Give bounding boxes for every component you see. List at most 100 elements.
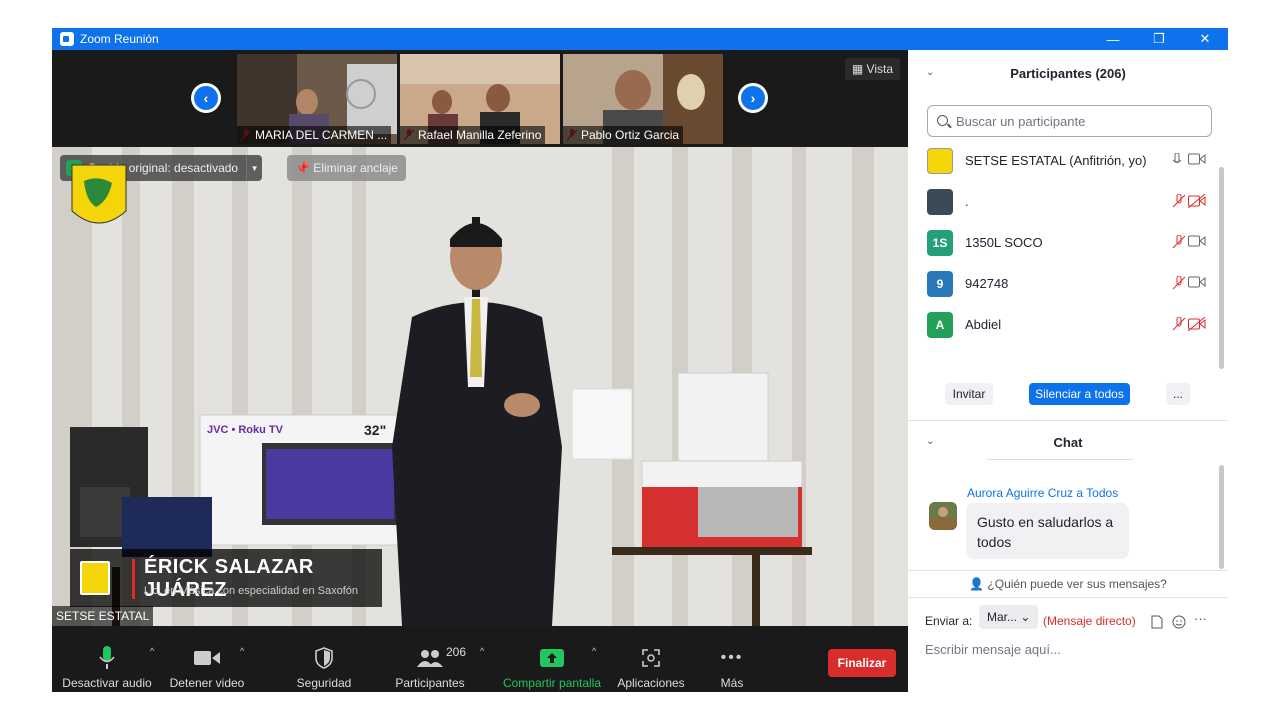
video-off-icon[interactable] — [1188, 317, 1206, 331]
participant-thumbnail[interactable]: Rafael Manilla Zeferino — [400, 54, 560, 144]
direct-message-label: (Mensaje directo) — [1043, 614, 1136, 628]
more-button[interactable]: ••• Más — [712, 626, 752, 692]
chevron-right-icon: › — [750, 90, 756, 106]
mute-all-button[interactable]: Silenciar a todos — [1029, 383, 1130, 405]
thumbnail-name: MARIA DEL CARMEN ... — [237, 126, 392, 144]
video-off-icon[interactable] — [1188, 194, 1206, 208]
zoom-window: Zoom Reunión — ❐ ✕ ‹ MARIA DEL CARMEN ..… — [52, 28, 1228, 692]
stop-video-label: Detener video — [169, 676, 245, 690]
emoji-icon[interactable] — [1172, 615, 1186, 629]
video-camera-icon[interactable] — [1188, 153, 1206, 165]
chevron-up-icon[interactable]: ^ — [240, 646, 244, 656]
participant-name: SETSE ESTATAL (Anfitrión, yo) — [965, 153, 1147, 168]
microphone-icon[interactable] — [1172, 153, 1182, 167]
security-button[interactable]: Seguridad — [288, 626, 360, 692]
chevron-left-icon: ‹ — [203, 90, 209, 106]
speaker-nameplate: ÉRICK SALAZAR JUÁREZ Lic. en Música con … — [70, 549, 382, 607]
panel-divider — [908, 420, 1228, 421]
mute-audio-button[interactable]: Desactivar audio ^ — [62, 626, 154, 692]
chevron-down-icon[interactable]: ⌄ — [926, 436, 934, 447]
chevron-up-icon[interactable]: ^ — [592, 646, 596, 656]
panel-divider — [908, 570, 1228, 571]
unpin-label: Eliminar anclaje — [313, 161, 398, 175]
more-label: Más — [720, 676, 744, 690]
participant-thumbnail[interactable]: Pablo Ortiz Garcia — [563, 54, 723, 144]
restore-button[interactable]: ❐ — [1136, 28, 1182, 50]
muted-mic-icon[interactable] — [1172, 235, 1186, 249]
share-screen-icon — [540, 649, 564, 667]
chevron-down-icon: ⌄ — [1020, 610, 1031, 624]
person-icon: 👤 — [969, 577, 985, 591]
participant-row[interactable]: 9 942748 — [908, 263, 1224, 304]
recipient-dropdown[interactable]: Mar... ⌄ — [979, 605, 1039, 629]
file-icon[interactable] — [1151, 615, 1163, 629]
gallery-prev-button[interactable]: ‹ — [191, 83, 221, 113]
participant-thumbnail[interactable]: MARIA DEL CARMEN ... — [237, 54, 397, 144]
apps-button[interactable]: Aplicaciones — [614, 626, 688, 692]
view-button[interactable]: ▦ Vista — [844, 58, 900, 80]
setse-logo-icon — [71, 164, 127, 224]
chat-sender: Aurora Aguirre Cruz a Todos — [967, 486, 1119, 500]
chevron-up-icon[interactable]: ^ — [480, 646, 484, 656]
participant-name: . — [965, 194, 969, 209]
panel-divider — [908, 597, 1228, 598]
shield-icon — [315, 647, 333, 669]
chat-separator — [987, 459, 1133, 460]
search-icon — [937, 115, 948, 126]
gallery-next-button[interactable]: › — [738, 83, 768, 113]
chevron-down-icon[interactable]: ▼ — [246, 155, 262, 181]
video-camera-icon[interactable] — [1188, 235, 1206, 247]
zoom-logo-icon — [60, 32, 74, 46]
avatar: 1S — [927, 229, 953, 256]
participant-name: Abdiel — [965, 317, 1002, 332]
participant-row[interactable]: SETSE ESTATAL (Anfitrión, yo) — [908, 140, 1224, 181]
chat-message-input[interactable]: Escribir mensaje aquí... — [925, 642, 1061, 657]
chat-scrollbar[interactable] — [1219, 465, 1224, 569]
muted-mic-icon[interactable] — [1172, 317, 1186, 331]
unpin-button[interactable]: 📌 Eliminar anclaje — [287, 155, 406, 181]
participant-name: 1350L SOCO — [965, 235, 1043, 250]
minimize-button[interactable]: — — [1090, 28, 1136, 50]
participant-row[interactable]: . — [908, 181, 1224, 222]
participants-button[interactable]: Participantes 206 ^ — [392, 626, 484, 692]
title-bar: Zoom Reunión — ❐ ✕ — [52, 28, 1228, 50]
window-controls: — ❐ ✕ — [1090, 28, 1228, 50]
stop-video-button[interactable]: Detener video ^ — [164, 626, 250, 692]
muted-mic-icon[interactable] — [1172, 194, 1186, 208]
video-area: ‹ MARIA DEL CARMEN ... Rafael Manilla Ze… — [52, 50, 908, 626]
microphone-icon — [99, 646, 115, 669]
invite-button[interactable]: Invitar — [945, 383, 993, 405]
participant-search-input[interactable]: Buscar un participante — [927, 105, 1212, 137]
apps-icon — [642, 649, 660, 667]
tv-size-text: 32" — [364, 422, 386, 438]
chat-message-bubble: Gusto en saludarlos a todos — [966, 503, 1129, 559]
muted-mic-icon[interactable] — [1172, 276, 1186, 290]
participants-scrollbar[interactable] — [1219, 167, 1224, 369]
main-speaker-video: JVC • Roku TV 32" Sonido original: desac… — [52, 147, 908, 626]
pin-icon: 📌 — [295, 161, 314, 175]
close-button[interactable]: ✕ — [1182, 28, 1228, 50]
participant-row[interactable]: 1S 1350L SOCO — [908, 222, 1224, 263]
who-can-see-link[interactable]: 👤 ¿Quién puede ver sus mensajes? — [908, 577, 1228, 591]
who-can-see-label: ¿Quién puede ver sus mensajes? — [987, 577, 1167, 591]
thumbnail-name: Rafael Manilla Zeferino — [400, 126, 546, 144]
more-options-button[interactable]: ... — [1166, 383, 1190, 405]
avatar — [927, 147, 953, 174]
gallery-strip: ‹ MARIA DEL CARMEN ... Rafael Manilla Ze… — [52, 50, 908, 147]
chevron-down-icon[interactable]: ⌄ — [926, 67, 934, 78]
apps-label: Aplicaciones — [617, 676, 685, 690]
participants-label: Participantes — [395, 676, 465, 690]
participant-row[interactable]: A Abdiel — [908, 304, 1224, 340]
share-screen-label: Compartir pantalla — [502, 676, 602, 690]
chevron-up-icon[interactable]: ^ — [150, 646, 154, 656]
participants-count: 206 — [446, 645, 467, 659]
end-meeting-button[interactable]: Finalizar — [828, 649, 896, 677]
video-camera-icon[interactable] — [1188, 276, 1206, 288]
avatar: A — [927, 311, 953, 338]
more-dots-icon: ••• — [720, 649, 744, 666]
send-to-label: Enviar a: — [925, 614, 973, 628]
more-dots-icon[interactable]: ··· — [1194, 611, 1207, 626]
participant-name: 942748 — [965, 276, 1009, 291]
side-panel: ⌄ Participantes (206) Buscar un particip… — [908, 50, 1228, 692]
share-screen-button[interactable]: Compartir pantalla ^ — [500, 626, 604, 692]
